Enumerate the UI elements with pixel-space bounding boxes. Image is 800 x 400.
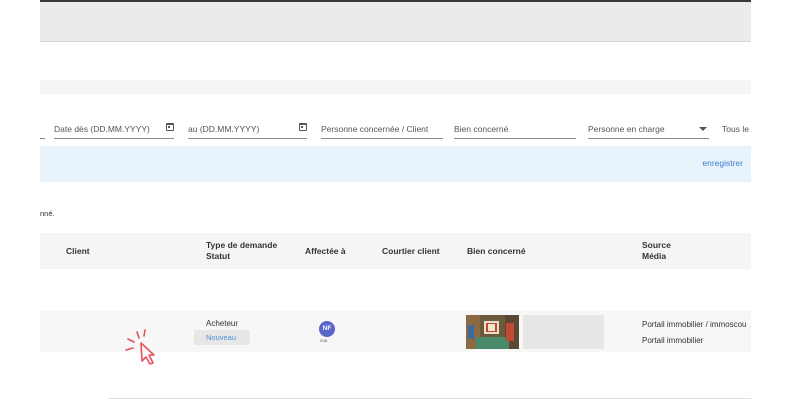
- person-field[interactable]: Personne concernée / Client: [321, 118, 443, 139]
- filter-field-prev[interactable]: [40, 118, 45, 139]
- col-assigned[interactable]: Affectée à: [305, 246, 346, 257]
- results-note: nné.: [40, 209, 55, 218]
- col-source[interactable]: Source Média: [642, 240, 671, 262]
- date-from-field[interactable]: Date dès (DD.MM.YYYY): [54, 118, 174, 139]
- assignee-select[interactable]: Personne en charge: [588, 118, 709, 139]
- col-property[interactable]: Bien concerné: [467, 246, 526, 257]
- property-placeholder: Bien concerné: [454, 124, 509, 134]
- calendar-icon[interactable]: [166, 123, 174, 131]
- date-to-placeholder: au (DD.MM.YYYY): [188, 124, 260, 134]
- avatar[interactable]: NF: [319, 321, 335, 337]
- col-broker[interactable]: Courtier client: [382, 246, 440, 257]
- avatar-caption: cou: [320, 338, 328, 343]
- chevron-down-icon[interactable]: [699, 127, 707, 131]
- app-header: [40, 0, 751, 42]
- col-client[interactable]: Client: [66, 246, 90, 257]
- col-type[interactable]: Type de demande Statut: [206, 240, 277, 262]
- save-link[interactable]: enregistrer: [702, 158, 743, 168]
- col-source-label: Source: [642, 240, 671, 250]
- col-type-label: Type de demande: [206, 240, 278, 250]
- divider: [108, 398, 751, 399]
- toolbar-strip: [40, 80, 751, 94]
- col-media-label: Média: [642, 251, 667, 261]
- property-field[interactable]: Bien concerné: [454, 118, 576, 139]
- media-value: Portail immobilier: [642, 336, 704, 345]
- status-badge[interactable]: Nouveau: [194, 330, 250, 345]
- request-type: Acheteur: [206, 319, 239, 328]
- all-filter[interactable]: Tous le: [722, 118, 751, 138]
- property-thumbnail-placeholder: [523, 315, 604, 349]
- table-header: Client Type de demande Statut Affectée à…: [40, 233, 751, 269]
- all-filter-label: Tous le: [722, 124, 749, 134]
- source-value: Portail immobilier / immoscou: [642, 320, 747, 329]
- calendar-icon[interactable]: [299, 123, 307, 131]
- col-status-label: Statut: [206, 251, 231, 261]
- click-cursor-icon: [125, 329, 155, 365]
- filter-bar: Date dès (DD.MM.YYYY) au (DD.MM.YYYY) Pe…: [40, 118, 751, 140]
- save-bar: enregistrer: [40, 146, 751, 182]
- date-from-placeholder: Date dès (DD.MM.YYYY): [54, 124, 150, 134]
- assignee-placeholder: Personne en charge: [588, 124, 665, 134]
- property-thumbnail[interactable]: [466, 315, 519, 349]
- person-placeholder: Personne concernée / Client: [321, 124, 429, 134]
- date-to-field[interactable]: au (DD.MM.YYYY): [188, 118, 307, 139]
